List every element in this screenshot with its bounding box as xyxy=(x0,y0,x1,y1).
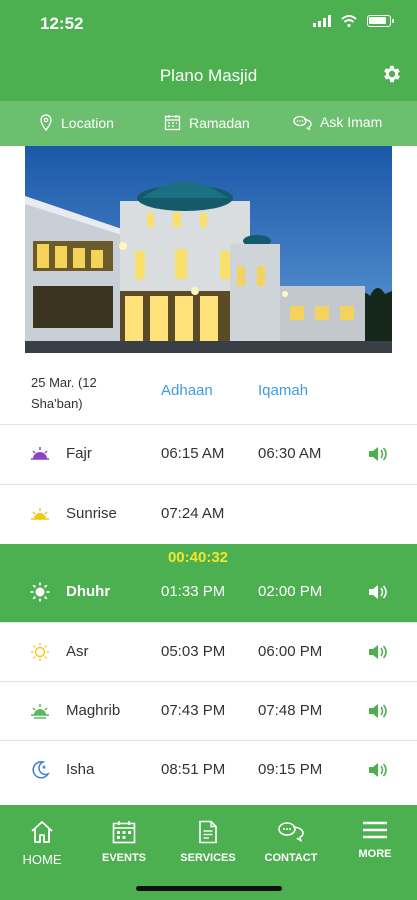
prayer-name: Asr xyxy=(66,643,89,660)
sub-navigation: Location Ramadan Ask Imam xyxy=(0,101,417,146)
ramadan-label: Ramadan xyxy=(189,114,250,131)
iqamah-time: 06:30 AM xyxy=(258,445,322,462)
chat-bubbles-icon xyxy=(293,115,312,130)
app-header: 12:52 Plano Masjid xyxy=(0,0,417,101)
prayer-row-dhuhr[interactable]: 00:40:32 Dhuhr 01:33 PM 02:00 PM xyxy=(0,544,417,622)
prayer-row-sunrise[interactable]: Sunrise 07:24 AM xyxy=(0,484,417,543)
speaker-icon[interactable] xyxy=(367,583,387,601)
prayer-name: Sunrise xyxy=(66,505,117,522)
moon-icon xyxy=(32,761,50,779)
sun-icon xyxy=(30,582,50,602)
location-link[interactable]: Location xyxy=(39,114,114,131)
calendar-icon xyxy=(112,821,136,844)
page-title: Plano Masjid xyxy=(159,66,258,85)
prayer-name: Maghrib xyxy=(66,702,121,719)
dawn-icon xyxy=(31,447,49,460)
ask-imam-link[interactable]: Ask Imam xyxy=(293,114,382,130)
iqamah-time: 09:15 PM xyxy=(258,761,323,778)
tab-more[interactable]: MORE xyxy=(333,819,417,860)
mosque-photo xyxy=(25,146,392,353)
next-prayer-countdown: 00:40:32 xyxy=(167,549,229,566)
tab-label: MORE xyxy=(358,848,392,860)
sunrise-icon xyxy=(31,508,49,520)
iqamah-time: 06:00 PM xyxy=(258,643,323,660)
tab-home[interactable]: HOME xyxy=(0,819,84,867)
adhaan-time: 07:24 AM xyxy=(161,505,225,522)
speaker-icon[interactable] xyxy=(367,445,387,463)
location-label: Location xyxy=(61,114,114,131)
iqamah-time: 02:00 PM xyxy=(258,583,323,600)
schedule-header: 25 Mar. (12 Sha'ban) Adhaan Iqamah xyxy=(0,366,417,424)
prayer-row-isha[interactable]: Isha 08:51 PM 09:15 PM xyxy=(0,740,417,799)
wifi-icon xyxy=(341,15,357,27)
sunset-icon xyxy=(31,704,49,719)
chat-bubbles-icon xyxy=(278,822,304,843)
document-icon xyxy=(199,820,217,844)
gear-icon[interactable] xyxy=(381,63,403,85)
adhaan-time: 05:03 PM xyxy=(161,643,226,660)
tab-contact[interactable]: CONTACT xyxy=(249,819,333,864)
battery-icon xyxy=(367,15,394,27)
afternoon-sun-icon xyxy=(31,643,49,661)
tab-label: EVENTS xyxy=(101,852,146,864)
prayer-name: Fajr xyxy=(66,445,92,462)
status-time: 12:52 xyxy=(40,14,84,33)
prayer-row-asr[interactable]: Asr 05:03 PM 06:00 PM xyxy=(0,622,417,681)
status-icons xyxy=(313,15,394,27)
home-icon xyxy=(31,821,53,843)
prayer-name: Isha xyxy=(66,761,95,778)
iqamah-column-header[interactable]: Iqamah xyxy=(258,382,308,399)
tab-events[interactable]: EVENTS xyxy=(82,819,166,864)
tab-label: SERVICES xyxy=(180,852,236,864)
menu-icon xyxy=(363,821,387,839)
prayer-row-maghrib[interactable]: Maghrib 07:43 PM 07:48 PM xyxy=(0,681,417,740)
adhaan-time: 07:43 PM xyxy=(161,702,226,719)
tab-services[interactable]: SERVICES xyxy=(166,819,250,864)
location-pin-icon xyxy=(40,114,52,131)
adhaan-column-header[interactable]: Adhaan xyxy=(161,382,213,399)
hijri-date: 25 Mar. (12 Sha'ban) xyxy=(31,375,97,411)
adhaan-time: 08:51 PM xyxy=(161,761,226,778)
home-indicator[interactable] xyxy=(136,886,282,891)
ramadan-link[interactable]: Ramadan xyxy=(164,114,250,131)
signal-icon xyxy=(313,15,331,27)
speaker-icon[interactable] xyxy=(367,761,387,779)
iqamah-time: 07:48 PM xyxy=(258,702,323,719)
prayer-name: Dhuhr xyxy=(66,583,111,600)
prayer-row-fajr[interactable]: Fajr 06:15 AM 06:30 AM xyxy=(0,424,417,483)
speaker-icon[interactable] xyxy=(367,643,387,661)
adhaan-time: 06:15 AM xyxy=(161,445,225,462)
calendar-icon xyxy=(164,115,181,131)
tab-label: HOME xyxy=(22,852,62,867)
speaker-icon[interactable] xyxy=(367,702,387,720)
tab-label: CONTACT xyxy=(264,852,318,864)
ask-imam-label: Ask Imam xyxy=(320,114,383,130)
adhaan-time: 01:33 PM xyxy=(161,583,226,600)
